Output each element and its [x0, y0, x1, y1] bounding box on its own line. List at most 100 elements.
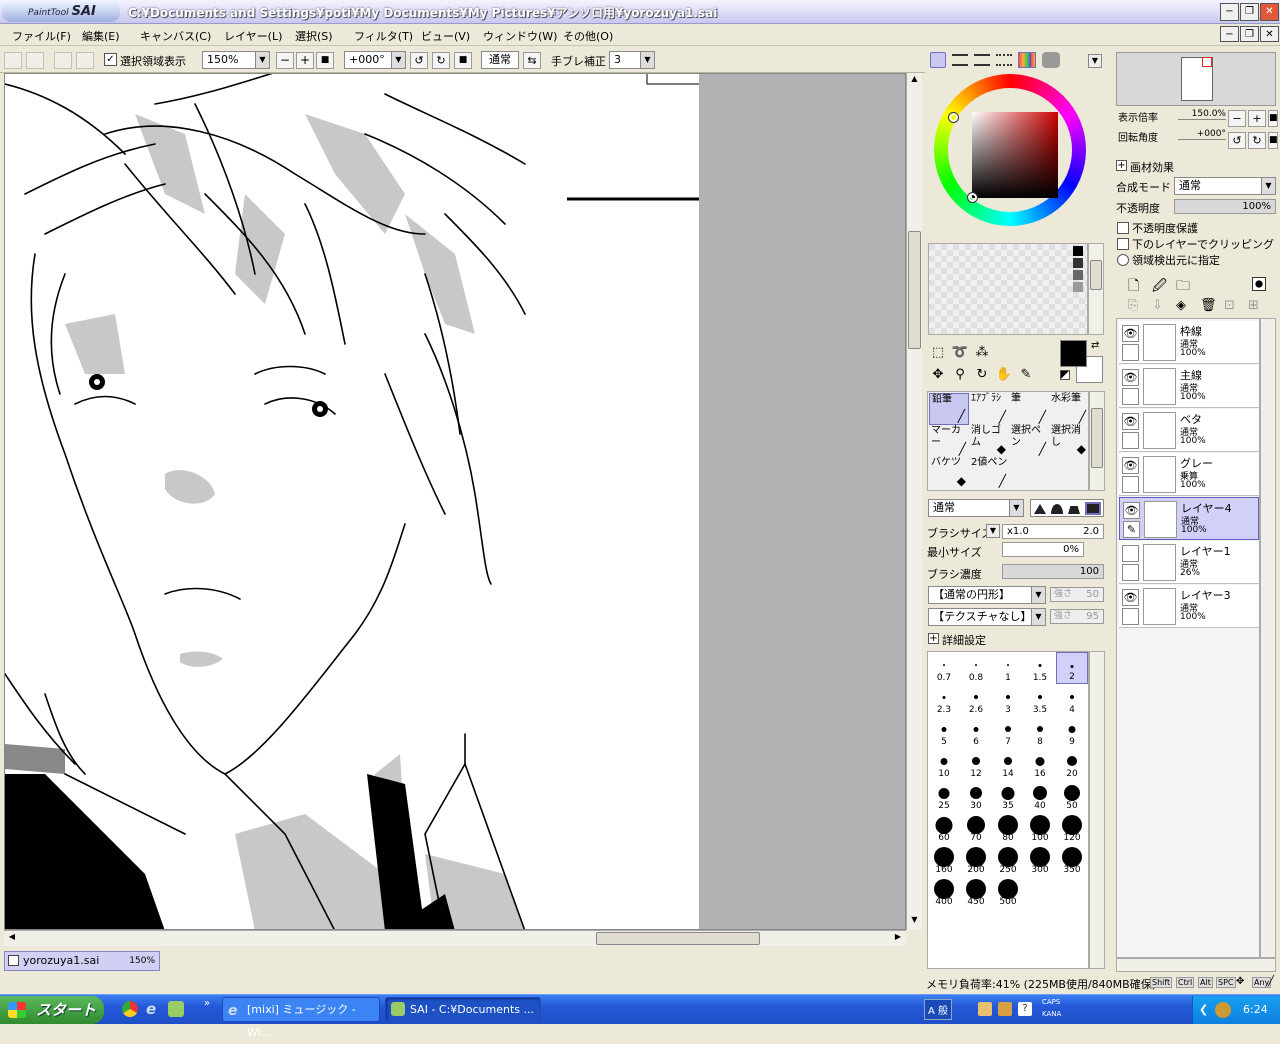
gradation-tab[interactable] — [996, 54, 1012, 66]
canvas-area[interactable] — [4, 73, 906, 930]
new-linework-layer-icon[interactable]: 🖉 — [1152, 275, 1167, 299]
rotate-left-button[interactable]: ↺ — [410, 52, 428, 69]
rotate-icon[interactable]: ↻ — [973, 366, 991, 384]
zoom-reset-button[interactable]: ■ — [316, 52, 334, 69]
rgb-slider-tab[interactable] — [952, 54, 968, 66]
copy-layer-icon[interactable]: ⎘ — [1128, 298, 1138, 313]
vertical-scroll-thumb[interactable] — [908, 231, 921, 349]
color-wheel-tab[interactable] — [930, 52, 946, 68]
layer-row[interactable]: 👁 ✎ レイヤー4 通常 100% — [1119, 497, 1259, 540]
brush-size-40[interactable]: 40 — [1024, 780, 1056, 812]
canvas-horizontal-scrollbar[interactable]: ◀ ▶ — [4, 930, 906, 946]
swap-colors-icon[interactable]: ⇄ — [1091, 340, 1099, 351]
brush-size-20[interactable]: 20 — [1056, 748, 1088, 780]
layer-row[interactable]: 👁 枠線 通常 100% — [1119, 321, 1259, 364]
opacity-slider[interactable]: 100% — [1174, 199, 1276, 214]
layer-row[interactable]: 👁 ベタ 通常 100% — [1119, 409, 1259, 452]
quicklaunch-expand-icon[interactable]: » — [204, 998, 210, 1009]
task-mixi[interactable]: e [mixi] ミュージック - Wi... — [222, 997, 380, 1039]
magic-wand-icon[interactable]: ⁂ — [973, 344, 991, 362]
tool-brush[interactable]: 筆 ╱ — [1009, 393, 1049, 425]
nav-rotate-left-button[interactable]: ↺ — [1228, 132, 1246, 149]
texture-effect-label[interactable]: 画材効果 — [1130, 159, 1174, 175]
tool-watercolor[interactable]: 水彩筆 ╱ — [1049, 393, 1089, 425]
menu-select[interactable]: 選択(S) — [295, 28, 333, 44]
brush-size-350[interactable]: 350 — [1056, 844, 1088, 876]
start-button[interactable]: スタート — [0, 996, 104, 1024]
brush-size-2.3[interactable]: 2.3 — [928, 684, 960, 716]
eye-icon[interactable]: 👁 — [1122, 589, 1139, 606]
eye-icon[interactable]: 👁 — [1122, 369, 1139, 386]
menu-window[interactable]: ウィンドウ(W) — [483, 28, 557, 44]
brush-size-80[interactable]: 80 — [992, 812, 1024, 844]
ime-tool-icon[interactable] — [978, 1002, 992, 1016]
layer-row[interactable]: 👁 レイヤー3 通常 100% — [1119, 585, 1259, 628]
brush-size-500[interactable]: 500 — [992, 876, 1024, 908]
tool-marker[interactable]: マーカー ╱ — [929, 425, 969, 457]
brush-edge-selector[interactable] — [1030, 499, 1104, 517]
brush-size-30[interactable]: 30 — [960, 780, 992, 812]
eye-icon[interactable] — [1122, 545, 1139, 562]
doc-minimize-button[interactable]: − — [1220, 26, 1239, 42]
tool-select-pen[interactable]: 選択ペン ╱ — [1009, 425, 1049, 457]
view-mode-button[interactable]: 通常 — [481, 51, 519, 69]
brush-size-0.8[interactable]: 0.8 — [960, 652, 992, 684]
swatch-light-gray[interactable] — [1073, 282, 1083, 292]
zoom-out-button[interactable]: − — [276, 52, 294, 69]
brush-size-3.5[interactable]: 3.5 — [1024, 684, 1056, 716]
rotate-right-button[interactable]: ↻ — [432, 52, 450, 69]
apply-mask-icon[interactable]: ⊞ — [1248, 298, 1259, 313]
clear-layer-icon[interactable]: ⊡ — [1224, 298, 1235, 313]
swatch-grid[interactable] — [928, 243, 1088, 335]
nav-rotation-value[interactable]: +000° — [1178, 129, 1226, 140]
brush-size-6[interactable]: 6 — [960, 716, 992, 748]
brush-shape-combo[interactable]: 【通常の円形】 ▼ — [928, 586, 1046, 604]
menu-file[interactable]: ファイル(F) — [12, 28, 71, 44]
title-bar[interactable]: PaintTool SAI C:¥Documents and Settings¥p… — [0, 0, 1280, 24]
new-folder-icon[interactable]: 🗀 — [1176, 275, 1190, 299]
task-sai[interactable]: SAI - C:¥Documents ... — [385, 997, 541, 1022]
menu-other[interactable]: その他(O) — [563, 28, 613, 44]
pen-icon[interactable]: ✎ — [1123, 521, 1140, 538]
canvas-vertical-scrollbar[interactable]: ▲ ▼ — [906, 73, 922, 930]
doc-close-button[interactable]: ✕ — [1260, 26, 1279, 42]
size-mult-dropdown[interactable]: ▼ — [986, 524, 1000, 538]
redo-button[interactable] — [26, 52, 44, 69]
advanced-settings-label[interactable]: 詳細設定 — [942, 632, 986, 648]
doc-restore-button[interactable]: ❐ — [1240, 26, 1259, 42]
new-layer-icon[interactable]: 🗋 — [1128, 275, 1139, 299]
nav-zoom-in-button[interactable]: + — [1248, 110, 1266, 127]
eye-icon[interactable]: 👁 — [1122, 413, 1139, 430]
deselect-button[interactable] — [54, 52, 72, 69]
ime-indicator[interactable]: A 般 — [924, 999, 953, 1020]
color-palette-tab[interactable] — [1018, 52, 1036, 68]
brush-size-7[interactable]: 7 — [992, 716, 1024, 748]
ime-help-icon[interactable]: ? — [1018, 1002, 1032, 1016]
layer-list-hscrollbar[interactable] — [1116, 958, 1276, 972]
brush-size-70[interactable]: 70 — [960, 812, 992, 844]
brush-size-5[interactable]: 5 — [928, 716, 960, 748]
undo-button[interactable] — [4, 52, 22, 69]
menu-edit[interactable]: 編集(E) — [82, 28, 120, 44]
menu-canvas[interactable]: キャンバス(C) — [140, 28, 211, 44]
nav-rotate-reset-button[interactable]: ■ — [1268, 132, 1278, 149]
brush-size-160[interactable]: 160 — [928, 844, 960, 876]
expand-plus-icon[interactable]: + — [1116, 160, 1127, 171]
layer-lock-checkbox[interactable] — [1122, 388, 1139, 405]
layer-row[interactable]: レイヤー1 通常 26% — [1119, 541, 1259, 584]
scratchpad-tab[interactable] — [1042, 52, 1060, 68]
tool-binary-pen[interactable]: 2値ペン ╱ — [969, 457, 1009, 489]
navigator-viewport[interactable] — [1202, 57, 1212, 67]
invert-selection-button[interactable] — [76, 52, 94, 69]
hand-icon[interactable]: ✋ — [995, 366, 1013, 384]
scroll-left-icon[interactable]: ◀ — [5, 932, 19, 945]
minimize-button[interactable]: − — [1220, 3, 1239, 21]
swatch-scroll-thumb[interactable] — [1090, 260, 1102, 290]
clipping-checkbox[interactable] — [1117, 238, 1129, 250]
eye-icon[interactable]: 👁 — [1122, 457, 1139, 474]
layer-lock-checkbox[interactable] — [1122, 432, 1139, 449]
brush-size-12[interactable]: 12 — [960, 748, 992, 780]
brush-size-100[interactable]: 100 — [1024, 812, 1056, 844]
mask-icon[interactable] — [1252, 277, 1266, 291]
brush-size-250[interactable]: 250 — [992, 844, 1024, 876]
